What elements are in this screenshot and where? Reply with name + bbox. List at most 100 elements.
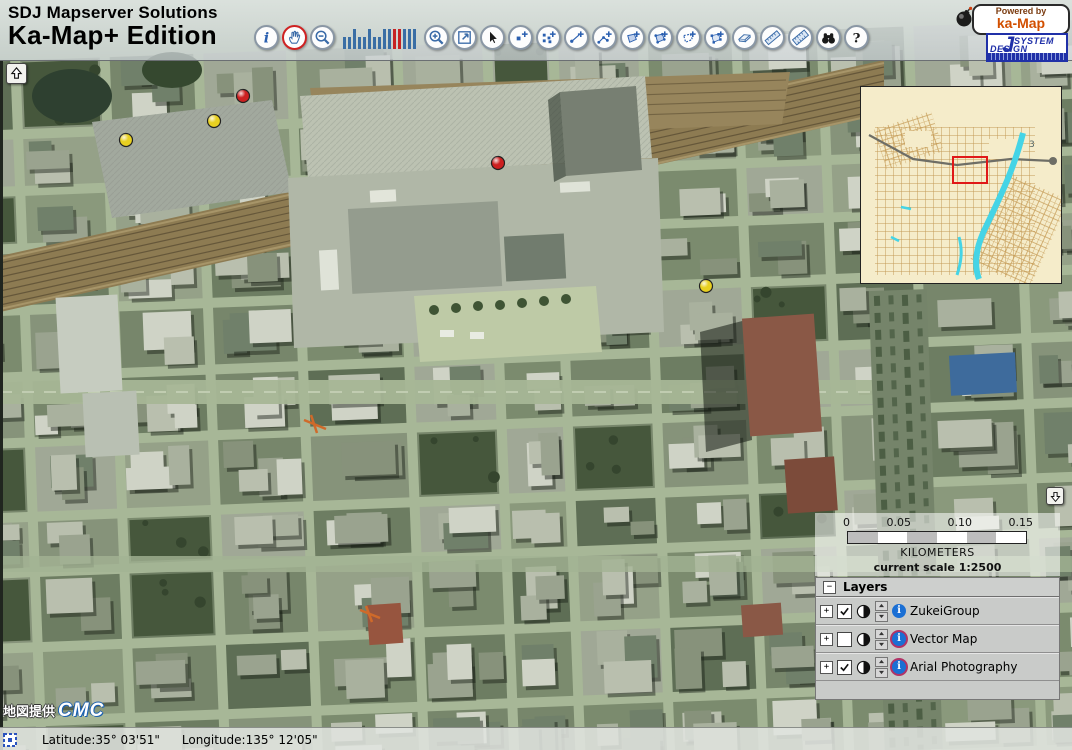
info-icon: i bbox=[257, 28, 276, 47]
map-marker[interactable] bbox=[237, 90, 250, 103]
scale-step-bar[interactable] bbox=[353, 29, 356, 49]
layer-expand-button[interactable]: + bbox=[820, 661, 833, 674]
map-toolbar: i? bbox=[254, 25, 869, 50]
map-credit: 地図提供 CMC bbox=[3, 700, 104, 722]
layer-expand-button[interactable]: + bbox=[820, 605, 833, 618]
layer-move-down-button[interactable] bbox=[875, 668, 888, 678]
digitize-dashed-polygon-button[interactable] bbox=[676, 25, 701, 50]
layer-expand-button[interactable]: + bbox=[820, 633, 833, 646]
layer-opacity-toggle[interactable] bbox=[856, 604, 871, 619]
scale-segment bbox=[878, 532, 908, 543]
digitize-point-button[interactable] bbox=[508, 25, 533, 50]
layer-move-down-button[interactable] bbox=[875, 640, 888, 650]
current-scale-text: current scale 1:2500 bbox=[815, 561, 1060, 574]
digitize-vertex-polygon-button[interactable] bbox=[704, 25, 729, 50]
check-icon bbox=[839, 662, 850, 673]
scale-step-bar[interactable] bbox=[343, 37, 346, 49]
title-mainline: Ka-Map+ Edition bbox=[8, 22, 218, 49]
scale-step-bar[interactable] bbox=[348, 37, 351, 49]
collapse-panel-button[interactable] bbox=[1046, 487, 1064, 505]
powered-by-kamap-badge[interactable]: Powered by ka-Map bbox=[972, 4, 1070, 35]
help-button[interactable]: ? bbox=[844, 25, 869, 50]
layer-move-down-button[interactable] bbox=[875, 612, 888, 622]
latitude-readout: Latitude:35° 03'51" bbox=[42, 733, 160, 747]
scale-step-bar[interactable] bbox=[388, 29, 391, 49]
layer-move-up-button[interactable] bbox=[875, 657, 888, 667]
binoculars-icon bbox=[819, 28, 838, 47]
opacity-contrast-icon[interactable] bbox=[856, 632, 871, 647]
map-marker[interactable] bbox=[700, 280, 713, 293]
layer-info-button[interactable]: i bbox=[892, 604, 906, 618]
scale-step-bar[interactable] bbox=[413, 29, 416, 49]
layer-visibility-checkbox[interactable] bbox=[837, 604, 852, 619]
digitize-multipoint-icon bbox=[539, 28, 558, 47]
scale-step-bar[interactable] bbox=[363, 37, 366, 49]
scale-step-bar[interactable] bbox=[358, 37, 361, 49]
layer-order-spinner bbox=[875, 657, 888, 678]
scale-tick-label: 0.15 bbox=[1009, 516, 1034, 529]
layer-name[interactable]: Arial Photography bbox=[910, 660, 1017, 674]
layers-title: Layers bbox=[843, 580, 887, 594]
digitize-multipoint-button[interactable] bbox=[536, 25, 561, 50]
digitize-multipolygon-button[interactable] bbox=[648, 25, 673, 50]
pan-north-button[interactable] bbox=[6, 63, 27, 84]
overview-keymap[interactable]: 3 bbox=[860, 86, 1062, 284]
select-button[interactable] bbox=[480, 25, 505, 50]
zoom-scale-steps[interactable] bbox=[343, 27, 416, 49]
measure-area-icon bbox=[791, 28, 810, 47]
digitize-line-button[interactable] bbox=[564, 25, 589, 50]
digitize-point-icon bbox=[511, 28, 530, 47]
layers-header: − Layers bbox=[816, 578, 1059, 597]
credit-prefix: 地図提供 bbox=[3, 701, 55, 720]
scale-step-bar[interactable] bbox=[403, 29, 406, 49]
pan-icon bbox=[285, 28, 304, 47]
zoom-out-button[interactable] bbox=[310, 25, 335, 50]
digitize-multiline-button[interactable] bbox=[592, 25, 617, 50]
layer-opacity-toggle[interactable] bbox=[856, 660, 871, 675]
opacity-contrast-icon[interactable] bbox=[856, 604, 871, 619]
layer-move-up-button[interactable] bbox=[875, 629, 888, 639]
scale-step-bar[interactable] bbox=[398, 29, 401, 49]
layer-row: + i Arial Photography bbox=[816, 653, 1059, 681]
zoom-in-icon bbox=[427, 28, 446, 47]
layer-row: + i ZukeiGroup bbox=[816, 597, 1059, 625]
scale-step-bar[interactable] bbox=[393, 29, 396, 49]
find-button[interactable] bbox=[816, 25, 841, 50]
measure-area-button[interactable] bbox=[788, 25, 813, 50]
layer-info-button[interactable]: i bbox=[892, 632, 906, 646]
measure-distance-button[interactable] bbox=[760, 25, 785, 50]
scale-step-bar[interactable] bbox=[373, 37, 376, 49]
scale-step-bar[interactable] bbox=[383, 29, 386, 49]
layer-opacity-toggle[interactable] bbox=[856, 632, 871, 647]
info-button[interactable]: i bbox=[254, 25, 279, 50]
zoom-extent-icon bbox=[455, 28, 474, 47]
opacity-contrast-icon[interactable] bbox=[856, 660, 871, 675]
digitize-polygon-button[interactable] bbox=[620, 25, 645, 50]
layer-order-spinner bbox=[875, 629, 888, 650]
layer-visibility-checkbox[interactable] bbox=[837, 660, 852, 675]
zoom-in-button[interactable] bbox=[424, 25, 449, 50]
map-marker[interactable] bbox=[492, 157, 505, 170]
layer-name[interactable]: ZukeiGroup bbox=[910, 604, 980, 618]
scale-step-bar[interactable] bbox=[378, 37, 381, 49]
kamap-brand-text: ka-Map bbox=[974, 16, 1068, 30]
layer-move-up-button[interactable] bbox=[875, 601, 888, 611]
jsystem-design-logo[interactable]: J SYSTEM DESIGN bbox=[986, 33, 1068, 62]
map-marker[interactable] bbox=[208, 115, 221, 128]
pan-button[interactable] bbox=[282, 25, 307, 50]
map-marker[interactable] bbox=[120, 134, 133, 147]
layer-order-spinner bbox=[875, 601, 888, 622]
layer-up-icon bbox=[878, 603, 885, 608]
scale-step-bar[interactable] bbox=[368, 29, 371, 49]
layer-name[interactable]: Vector Map bbox=[910, 632, 977, 646]
scalebar bbox=[847, 531, 1027, 544]
erase-button[interactable] bbox=[732, 25, 757, 50]
layer-info-button[interactable]: i bbox=[892, 660, 906, 674]
layers-collapse-button[interactable]: − bbox=[823, 581, 836, 594]
select-arrow-icon bbox=[483, 28, 502, 47]
zoom-extent-button[interactable] bbox=[452, 25, 477, 50]
scale-step-bar[interactable] bbox=[408, 29, 411, 49]
layer-visibility-checkbox[interactable] bbox=[837, 632, 852, 647]
layer-down-icon bbox=[878, 642, 885, 647]
scale-segment bbox=[848, 532, 878, 543]
